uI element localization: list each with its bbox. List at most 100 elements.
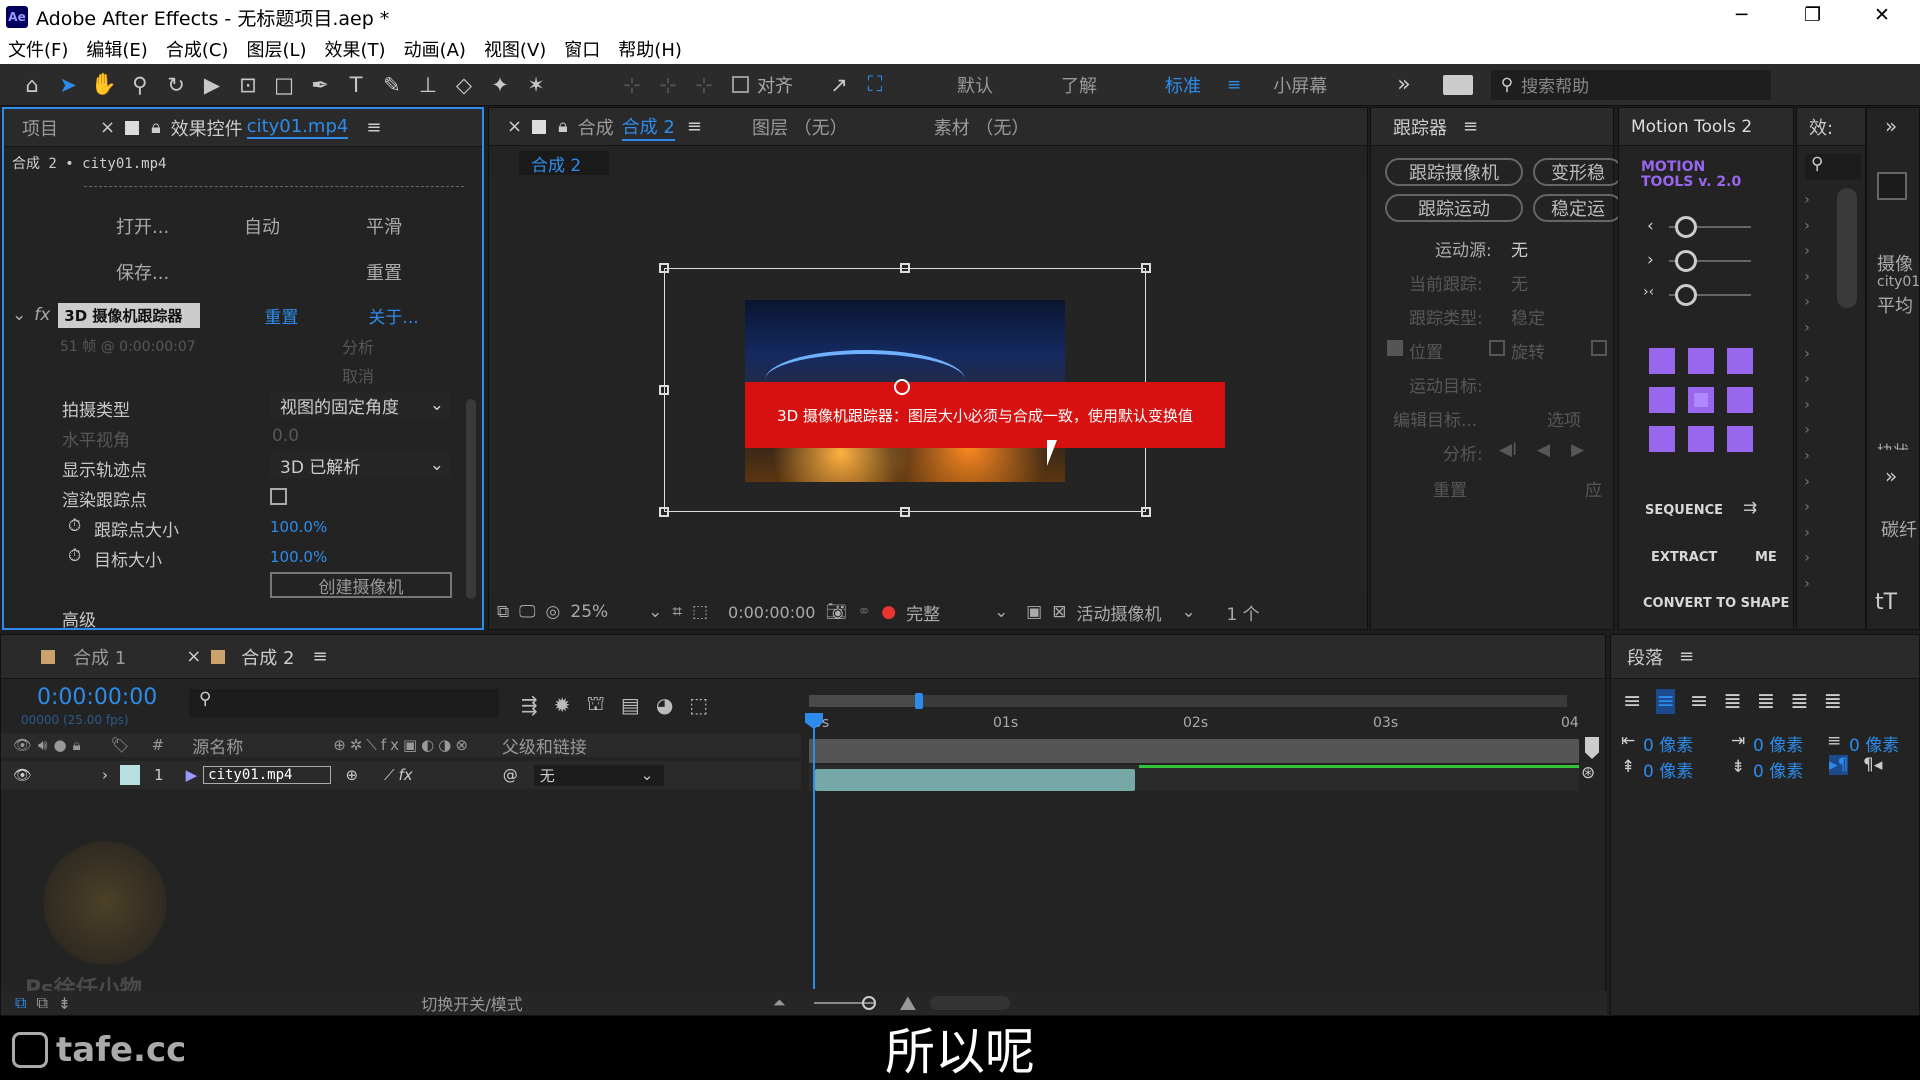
timeline-area[interactable]: 0s 01s 02s 03s 04 <box>805 691 1579 993</box>
justify-center-icon[interactable]: ≣ <box>1757 689 1775 714</box>
current-time[interactable]: 0:00:00:00 <box>728 603 815 622</box>
solo-icon[interactable]: ● <box>54 736 67 754</box>
expand-chevron-icon[interactable]: › <box>102 766 108 784</box>
workspace-small-screen[interactable]: 小屏幕 <box>1273 72 1327 98</box>
frame-blending-icon[interactable]: ▤ <box>621 693 640 717</box>
menu-edit[interactable]: 编辑(E) <box>86 36 147 62</box>
zoom-tool-icon[interactable]: ⚲ <box>126 71 154 99</box>
stopwatch-icon[interactable]: ⏱ <box>68 516 81 536</box>
hand-tool-icon[interactable]: ✋ <box>90 71 118 99</box>
layer-search-input[interactable]: ⚲ <box>189 689 499 717</box>
ltr-direction-icon[interactable]: ▸¶ <box>1829 755 1849 775</box>
ease-in-knob[interactable] <box>1675 216 1697 238</box>
fx-icon[interactable]: fx <box>34 305 50 325</box>
analyze-back-one-icon[interactable]: ◀ <box>1537 440 1550 460</box>
workspace-more-icon[interactable]: » <box>1397 72 1410 97</box>
effects-scrollbar[interactable] <box>1837 188 1857 308</box>
indent-left-value[interactable]: 0 像素 <box>1643 731 1693 756</box>
parent-link-header[interactable]: 父级和链接 <box>502 733 587 758</box>
save-button[interactable]: 保存... <box>116 259 169 285</box>
audio-icon[interactable]: 🔊︎ <box>38 736 47 754</box>
extract-button[interactable]: EXTRACT <box>1651 550 1717 565</box>
merge-button[interactable]: ME <box>1755 550 1777 565</box>
always-preview-icon[interactable]: ⧉ <box>497 602 509 622</box>
zoom-out-icon[interactable]: ⏶ <box>773 993 786 1013</box>
color-swatch[interactable] <box>1877 172 1907 200</box>
current-track-value[interactable]: 无 <box>1511 270 1528 295</box>
expand-chevron-icon[interactable]: ⌄ <box>12 305 26 325</box>
tab-composition-label[interactable]: 合成 <box>578 114 614 140</box>
puppet-pin-icon[interactable]: ✶ <box>522 71 550 99</box>
region-of-interest-icon[interactable]: ▣ <box>1026 602 1042 622</box>
graph-editor-icon[interactable]: ⬚ <box>689 693 708 717</box>
tab-comp1[interactable]: 合成 1 <box>73 644 126 670</box>
show-snapshot-icon[interactable]: ⚭ <box>857 602 871 622</box>
search-help[interactable]: ⚲ 搜索帮助 <box>1490 69 1771 100</box>
convert-to-shape-button[interactable]: CONVERT TO SHAPE <box>1643 596 1789 611</box>
tab-composition[interactable]: 合成 2 <box>621 113 675 141</box>
channel-icon[interactable]: ● <box>881 602 896 622</box>
effects-search[interactable]: ⚲ <box>1805 154 1861 180</box>
menu-effect[interactable]: 效果(T) <box>325 36 386 62</box>
space-before-value[interactable]: 0 像素 <box>1643 757 1693 782</box>
menu-file[interactable]: 文件(F) <box>8 36 68 62</box>
timeline-timecode[interactable]: 0:00:00:00 <box>37 685 157 710</box>
visibility-icon[interactable]: 👁︎ <box>13 766 32 784</box>
justify-right-icon[interactable]: ≣ <box>1790 689 1808 714</box>
parent-dropdown[interactable]: 无 ⌄ <box>533 764 664 786</box>
work-area-end-handle[interactable] <box>915 693 923 709</box>
pan-behind-tool-icon[interactable]: ⊡ <box>234 71 262 99</box>
pickwhip-icon[interactable]: @ <box>503 766 518 784</box>
tab-effect-file[interactable]: city01.mp4 <box>246 116 349 139</box>
expand-panel-icon[interactable]: » <box>1885 464 1897 488</box>
stopwatch-icon[interactable]: ⏱ <box>68 546 81 566</box>
search-help-input[interactable]: 搜索帮助 <box>1521 72 1589 97</box>
lock-icon[interactable]: 🔒︎ <box>558 116 568 137</box>
analyze-forward-icon[interactable]: ▶ <box>1571 440 1584 460</box>
justify-all-icon[interactable]: ≣ <box>1824 689 1842 714</box>
handle[interactable] <box>659 385 669 395</box>
reset-button[interactable]: 重置 <box>1433 476 1467 501</box>
effect-reset-link[interactable]: 重置 <box>264 303 298 328</box>
handle[interactable] <box>1141 263 1151 273</box>
type-icon[interactable]: tT <box>1875 590 1897 615</box>
pen-tool-icon[interactable]: ✒ <box>306 71 334 99</box>
layer-duration-bar[interactable] <box>815 769 1135 791</box>
track-camera-button[interactable]: 跟踪摄像机 <box>1385 158 1523 186</box>
time-ruler[interactable]: 0s 01s 02s 03s 04 <box>809 713 1579 739</box>
roto-brush-icon[interactable]: ✦ <box>486 71 514 99</box>
restore-button[interactable]: ❐ <box>1804 4 1821 26</box>
apply-button[interactable]: 应 <box>1585 476 1602 501</box>
motion-blur-icon[interactable]: ◕ <box>656 693 673 717</box>
close-tab-icon[interactable]: × <box>507 116 522 137</box>
position-checkbox[interactable] <box>1387 340 1403 356</box>
fit-icon[interactable]: ⌗ <box>672 602 682 622</box>
anchor-center[interactable] <box>1688 387 1714 413</box>
brush-tool-icon[interactable]: ✎ <box>378 71 406 99</box>
close-button[interactable]: ✕ <box>1874 4 1890 26</box>
show-track-points-dropdown[interactable]: 3D 已解析 ⌄ <box>270 452 450 478</box>
timeline-scrollbar[interactable] <box>930 996 1011 1010</box>
expand-panel-icon[interactable]: » <box>1885 114 1897 138</box>
comp-flowchart-icon[interactable]: ⇶ <box>521 693 538 717</box>
workspace-learn[interactable]: 了解 <box>1061 72 1097 98</box>
transparency-grid-icon[interactable]: ⊠ <box>1052 602 1066 622</box>
anchor-bottom-right[interactable] <box>1727 426 1753 452</box>
viewer[interactable]: 3D 摄像机跟踪器：图层大小必须与合成一致，使用默认变换值 <box>489 180 1367 590</box>
rtl-direction-icon[interactable]: ¶◂ <box>1863 755 1882 775</box>
warp-stabilize-button[interactable]: 变形稳 <box>1533 158 1623 186</box>
snap-icon[interactable]: ↗ <box>825 71 853 99</box>
options-button[interactable]: 选项 <box>1547 406 1581 431</box>
camera-dropdown[interactable]: 活动摄像机 ⌄ <box>1076 600 1216 625</box>
menu-help[interactable]: 帮助(H) <box>618 36 682 62</box>
tab-comp2[interactable]: 合成 2 <box>241 644 294 670</box>
smooth-button[interactable]: 平滑 <box>366 213 402 239</box>
comp-subtab[interactable]: 合成 2 <box>519 151 609 176</box>
scale-checkbox[interactable] <box>1591 340 1607 356</box>
lock-icon[interactable]: 🔒︎ <box>73 736 81 754</box>
motion-source-value[interactable]: 无 <box>1511 236 1528 261</box>
panel-menu-icon[interactable]: ≡ <box>1463 116 1478 137</box>
menu-view[interactable]: 视图(V) <box>484 36 546 62</box>
label-icon[interactable]: 🏷︎ <box>111 736 130 754</box>
stabilize-motion-button[interactable]: 稳定运 <box>1533 194 1623 222</box>
